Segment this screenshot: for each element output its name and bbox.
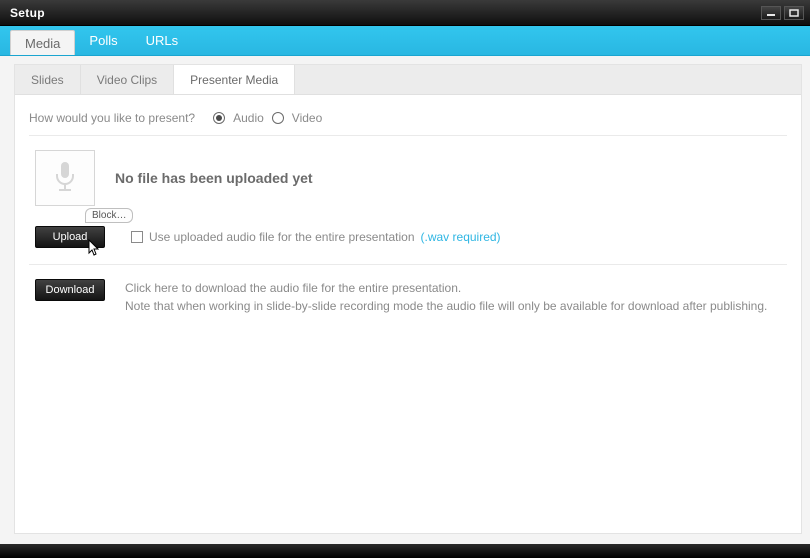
file-status-row: No file has been uploaded yet: [29, 136, 787, 220]
top-nav: Media Polls URLs: [0, 26, 810, 56]
download-help-line2: Note that when working in slide-by-slide…: [125, 297, 767, 315]
radio-video-label: Video: [292, 111, 322, 125]
use-uploaded-label: Use uploaded audio file for the entire p…: [149, 230, 415, 244]
subtab-video-clips-label: Video Clips: [97, 73, 157, 87]
use-uploaded-checkbox[interactable]: [131, 231, 143, 243]
tab-polls-label: Polls: [89, 33, 117, 48]
tab-media-label: Media: [25, 36, 60, 51]
tab-media[interactable]: Media: [10, 30, 75, 55]
outer-container: Slides Video Clips Presenter Media How w…: [0, 56, 810, 544]
upload-row-wrapper: Block… Upload Use uploaded audio file fo…: [29, 220, 787, 265]
upload-button[interactable]: Upload: [35, 226, 105, 248]
window-buttons: [761, 6, 804, 20]
mic-icon: [50, 160, 80, 196]
sub-tabs: Slides Video Clips Presenter Media: [15, 65, 801, 95]
tab-urls[interactable]: URLs: [132, 26, 193, 55]
radio-audio[interactable]: [213, 112, 225, 124]
download-help-text: Click here to download the audio file fo…: [125, 279, 767, 315]
minimize-button[interactable]: [761, 6, 781, 20]
main-panel: Slides Video Clips Presenter Media How w…: [14, 64, 802, 534]
download-row: Download Click here to download the audi…: [29, 265, 787, 321]
subtab-slides[interactable]: Slides: [15, 65, 81, 94]
content-area: How would you like to present? Audio Vid…: [15, 95, 801, 331]
tab-polls[interactable]: Polls: [75, 26, 131, 55]
maximize-icon: [789, 9, 799, 17]
subtab-video-clips[interactable]: Video Clips: [81, 65, 174, 94]
media-thumbnail: [35, 150, 95, 206]
bottom-bar: [0, 544, 810, 558]
tab-urls-label: URLs: [146, 33, 179, 48]
download-button-label: Download: [46, 284, 95, 296]
download-help-line1: Click here to download the audio file fo…: [125, 279, 767, 297]
upload-button-label: Upload: [53, 231, 88, 243]
upload-row: Upload Use uploaded audio file for the e…: [29, 220, 787, 265]
radio-video[interactable]: [272, 112, 284, 124]
block-tooltip: Block…: [85, 208, 133, 223]
wav-required-note: (.wav required): [421, 230, 501, 244]
no-file-text: No file has been uploaded yet: [115, 170, 313, 186]
use-uploaded-row: Use uploaded audio file for the entire p…: [131, 230, 501, 244]
maximize-button[interactable]: [784, 6, 804, 20]
present-prompt-row: How would you like to present? Audio Vid…: [29, 111, 787, 136]
subtab-slides-label: Slides: [31, 73, 64, 87]
subtab-presenter-media-label: Presenter Media: [190, 73, 278, 87]
radio-audio-label: Audio: [233, 111, 264, 125]
cursor-icon: [88, 239, 102, 257]
subtab-presenter-media[interactable]: Presenter Media: [174, 65, 295, 94]
window-title: Setup: [10, 6, 45, 20]
minimize-icon: [766, 9, 776, 17]
present-prompt-text: How would you like to present?: [29, 111, 195, 125]
download-button[interactable]: Download: [35, 279, 105, 301]
title-bar: Setup: [0, 0, 810, 26]
